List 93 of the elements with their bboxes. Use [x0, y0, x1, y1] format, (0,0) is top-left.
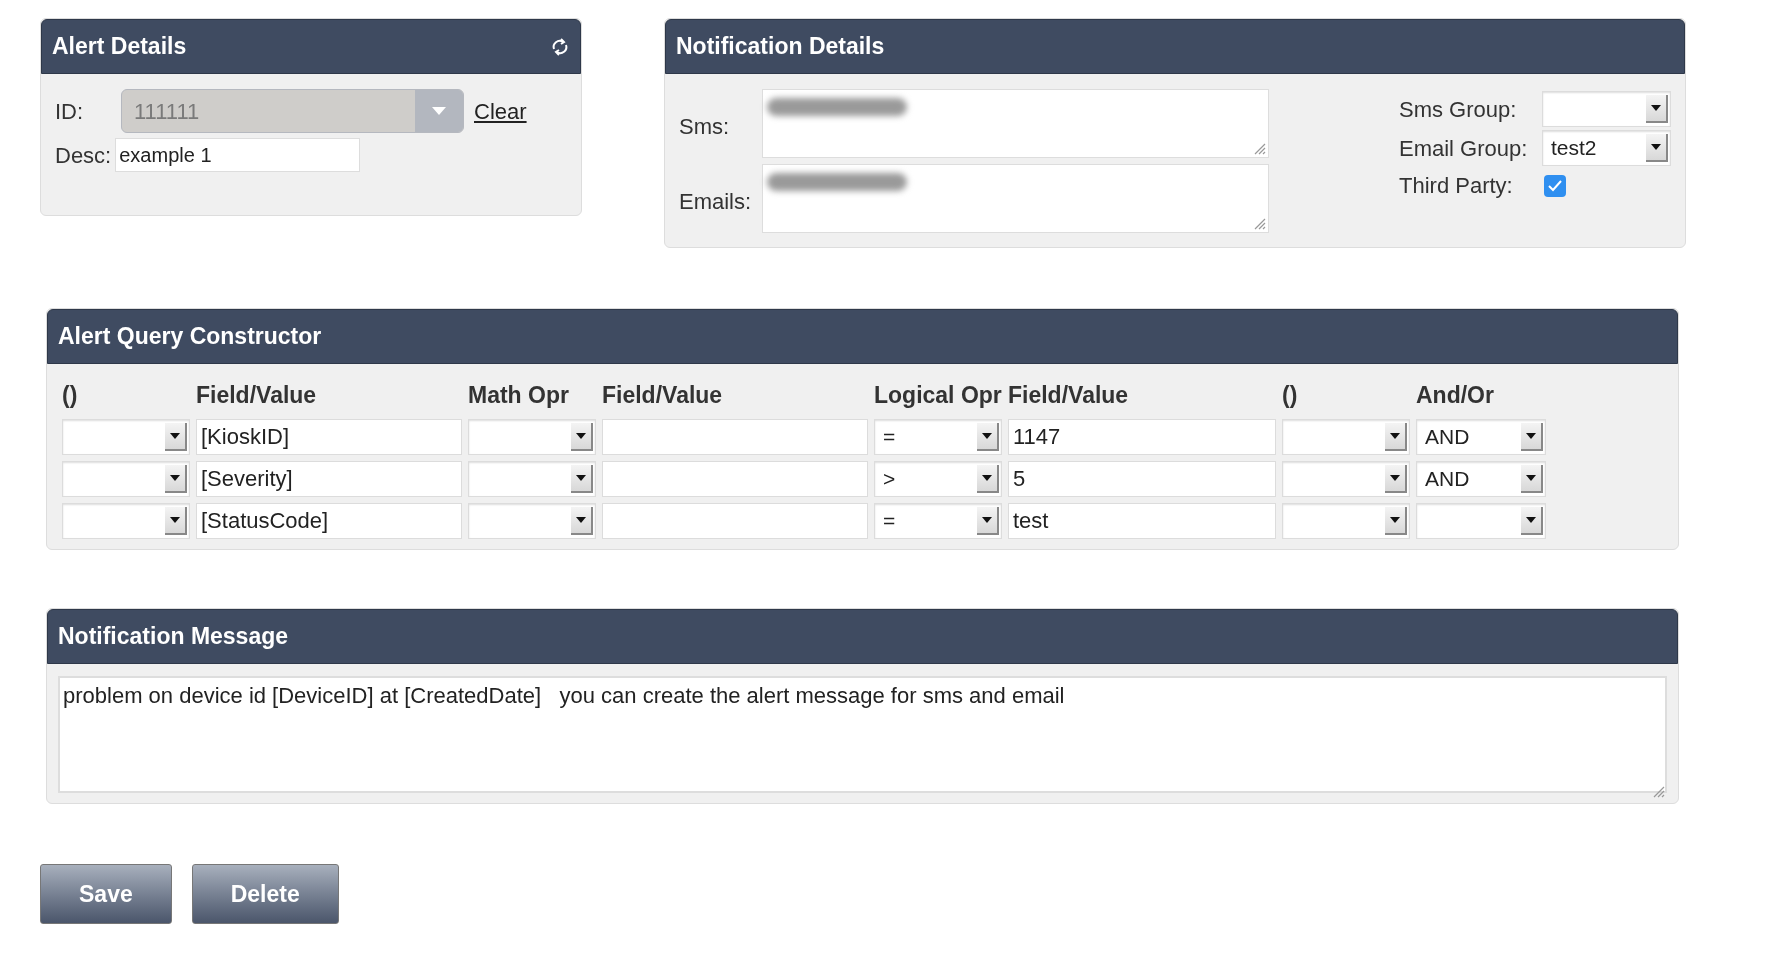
text-input[interactable]	[602, 502, 868, 539]
caret-icon	[1390, 516, 1400, 523]
text-area[interactable]	[762, 89, 1269, 158]
caret-icon	[1526, 474, 1536, 481]
column-header: ()	[1282, 381, 1299, 410]
text-input[interactable]: test	[1008, 502, 1276, 539]
dropdown-field[interactable]	[1282, 502, 1410, 539]
caret-icon	[576, 432, 586, 439]
column-header: Field/Value	[196, 381, 318, 410]
dropdown-field[interactable]	[468, 418, 596, 455]
text-area[interactable]	[762, 164, 1269, 233]
sms-label: Sms:	[679, 113, 731, 141]
dropdown-field[interactable]	[1282, 460, 1410, 497]
dropdown-button[interactable]	[1385, 464, 1407, 493]
id-label: ID:	[55, 97, 85, 126]
dropdown-button[interactable]	[977, 464, 999, 493]
clear-link[interactable]: Clear	[474, 94, 527, 128]
third-party-checkbox[interactable]	[1544, 174, 1566, 197]
desc-label: Desc:	[55, 141, 112, 170]
dropdown-field[interactable]	[468, 502, 596, 539]
panel-title: Alert Details	[52, 32, 187, 62]
email-group-label: Email Group:	[1399, 134, 1529, 163]
column-header: And/Or	[1416, 381, 1495, 410]
caret-icon	[1390, 474, 1400, 481]
caret-icon	[982, 474, 992, 481]
dropdown-field[interactable]	[1282, 418, 1410, 455]
caret-icon	[432, 107, 446, 115]
dropdown-field[interactable]: AND	[1416, 418, 1546, 455]
caret-icon	[982, 432, 992, 439]
dropdown-field[interactable]: test2	[1542, 130, 1671, 166]
action-button[interactable]: Save	[40, 864, 172, 924]
resize-handle-icon	[1252, 141, 1266, 155]
dropdown-field[interactable]: AND	[1416, 460, 1546, 497]
caret-icon	[1651, 144, 1661, 150]
text-input[interactable]: 5	[1008, 460, 1276, 497]
action-button[interactable]: Delete	[191, 864, 339, 924]
panel-title: Notification Details	[676, 32, 885, 62]
text-input[interactable]	[602, 460, 868, 497]
dropdown-button[interactable]	[1521, 422, 1543, 451]
dropdown-button[interactable]	[977, 422, 999, 451]
third-party-label: Third Party:	[1399, 172, 1514, 200]
text-input[interactable]: 1147	[1008, 418, 1276, 455]
resize-handle-icon	[1651, 784, 1665, 798]
dropdown-button[interactable]	[1385, 506, 1407, 535]
caret-icon	[1526, 432, 1536, 439]
emails-label: Emails:	[679, 188, 753, 216]
caret-icon	[576, 516, 586, 523]
panel-title: Notification Message	[58, 622, 289, 652]
dropdown-field[interactable]	[1542, 91, 1671, 127]
refresh-icon[interactable]	[550, 35, 570, 58]
column-header: Field/Value	[602, 381, 724, 410]
dropdown-button[interactable]	[165, 464, 187, 493]
caret-icon	[1390, 432, 1400, 439]
dropdown-button[interactable]	[571, 422, 593, 451]
dropdown-button[interactable]	[1646, 134, 1668, 162]
column-header: ()	[62, 381, 79, 410]
dropdown-field[interactable]	[62, 460, 190, 497]
resize-handle-icon	[1252, 216, 1266, 230]
dropdown-field[interactable]: =	[874, 418, 1002, 455]
column-header: Logical Opr	[874, 381, 1002, 410]
caret-icon	[982, 516, 992, 523]
text-input[interactable]: [StatusCode]	[196, 502, 462, 539]
caret-icon	[170, 474, 180, 481]
dropdown-button[interactable]	[1521, 506, 1543, 535]
dropdown-button[interactable]	[571, 464, 593, 493]
dropdown-button[interactable]	[977, 506, 999, 535]
caret-icon	[576, 474, 586, 481]
text-input[interactable]	[602, 418, 868, 455]
dropdown-button[interactable]	[165, 422, 187, 451]
dropdown-field[interactable]	[1416, 502, 1546, 539]
panel-title: Alert Query Constructor	[58, 322, 322, 352]
caret-icon	[1651, 105, 1661, 111]
dropdown-field[interactable]: =	[874, 502, 1002, 539]
column-header: Field/Value	[1008, 381, 1130, 410]
caret-icon	[1526, 516, 1536, 523]
desc-input[interactable]: example 1	[115, 138, 361, 172]
dropdown-button[interactable]	[1385, 422, 1407, 451]
dropdown-field[interactable]	[468, 460, 596, 497]
sms-group-label: Sms Group:	[1399, 95, 1518, 124]
text-input[interactable]: [Severity]	[196, 460, 462, 497]
dropdown-field[interactable]	[62, 502, 190, 539]
caret-icon	[170, 432, 180, 439]
dropdown-button[interactable]	[1646, 95, 1668, 123]
column-header: Math Opr	[468, 381, 570, 410]
dropdown-field[interactable]: >	[874, 460, 1002, 497]
dropdown-button[interactable]	[1521, 464, 1543, 493]
dropdown-field[interactable]	[62, 418, 190, 455]
message-text-area[interactable]: problem on device id [DeviceID] at [CreatedDate] you can create the alert message for sms and email	[58, 676, 1667, 793]
dropdown-button[interactable]	[165, 506, 187, 535]
caret-icon	[170, 516, 180, 523]
dropdown-button[interactable]	[571, 506, 593, 535]
check-icon	[1548, 179, 1562, 192]
text-input[interactable]: [KioskID]	[196, 418, 462, 455]
